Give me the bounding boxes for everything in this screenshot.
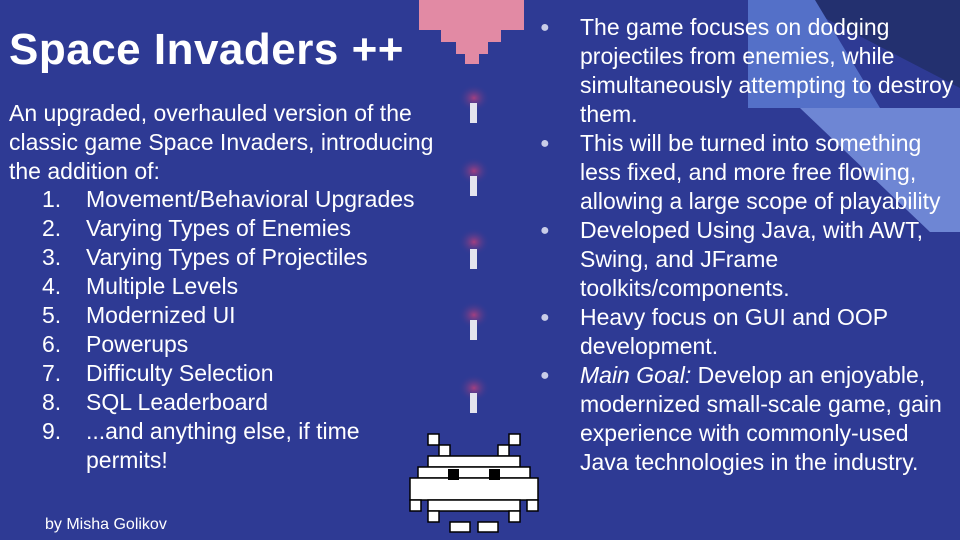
- list-item: ● Developed Using Java, with AWT, Swing, …: [540, 216, 955, 303]
- list-number: 1.: [42, 186, 62, 212]
- list-number: 8.: [42, 389, 62, 415]
- list-item: 7. Difficulty Selection: [42, 359, 422, 388]
- list-item: 5. Modernized UI: [42, 301, 422, 330]
- author-credit: by Misha Golikov: [45, 516, 167, 533]
- list-item: ● Heavy focus on GUI and OOP development.: [540, 303, 955, 361]
- bullet-text: The game focuses on dodging projectiles …: [580, 14, 954, 127]
- bullet-icon: ●: [540, 367, 550, 384]
- list-item: 3. Varying Types of Projectiles: [42, 243, 422, 272]
- list-item: 2. Varying Types of Enemies: [42, 214, 422, 243]
- list-number: 6.: [42, 331, 62, 357]
- list-item: 1. Movement/Behavioral Upgrades: [42, 185, 422, 214]
- bullet-text: This will be turned into something less …: [580, 130, 941, 214]
- list-number: 9.: [42, 418, 62, 444]
- bullet-icon: ●: [540, 222, 550, 239]
- main-goal-label: Main Goal:: [580, 362, 692, 388]
- slide-title: Space Invaders ++: [9, 25, 404, 74]
- list-text: Varying Types of Projectiles: [86, 244, 368, 270]
- list-item: ● This will be turned into something less…: [540, 129, 955, 216]
- list-text: Movement/Behavioral Upgrades: [86, 186, 415, 212]
- list-text: Powerups: [86, 331, 189, 357]
- list-number: 3.: [42, 244, 62, 270]
- bullet-icon: ●: [540, 135, 550, 152]
- bullet-icon: ●: [540, 19, 550, 36]
- list-item: 4. Multiple Levels: [42, 272, 422, 301]
- list-item: ● The game focuses on dodging projectiles…: [540, 13, 955, 129]
- list-number: 2.: [42, 215, 62, 241]
- list-number: 4.: [42, 273, 62, 299]
- list-text: SQL Leaderboard: [86, 389, 269, 415]
- list-item: 6. Powerups: [42, 330, 422, 359]
- list-number: 7.: [42, 360, 62, 386]
- bullet-text-main-goal: Main Goal: Develop an enjoyable, moderni…: [580, 361, 955, 477]
- bullet-icon: ●: [540, 309, 550, 326]
- list-text: Multiple Levels: [86, 273, 239, 299]
- bullet-text: Developed Using Java, with AWT, Swing, a…: [580, 217, 924, 301]
- list-item: ● Main Goal: Develop an enjoyable, modern…: [540, 361, 955, 477]
- bullet-list: ● The game focuses on dodging projectiles…: [540, 13, 955, 477]
- feature-list: 1. Movement/Behavioral Upgrades 2. Varying…: [42, 185, 422, 475]
- list-text: Varying Types of Enemies: [86, 215, 352, 241]
- list-item: 9. ...and anything else, if time permits!: [42, 417, 422, 475]
- slide: Space Invaders ++ An upgraded, overhaule…: [0, 0, 960, 540]
- list-number: 5.: [42, 302, 62, 328]
- intro-paragraph: An upgraded, overhauled version of the c…: [9, 100, 434, 184]
- list-text: Difficulty Selection: [86, 360, 274, 386]
- list-text: ...and anything else, if time permits!: [86, 418, 360, 473]
- bullet-text: Heavy focus on GUI and OOP development.: [580, 304, 888, 359]
- list-text: Modernized UI: [86, 302, 236, 328]
- list-item: 8. SQL Leaderboard: [42, 388, 422, 417]
